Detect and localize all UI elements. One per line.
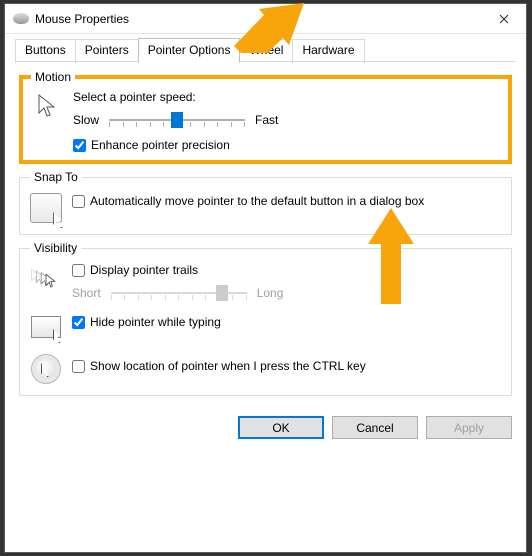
pointer-trails-slider [111,283,247,303]
tab-pointer-options[interactable]: Pointer Options [138,38,241,62]
snap-to-input[interactable] [72,195,85,208]
enhance-precision-input[interactable] [73,139,86,152]
snap-to-label: Automatically move pointer to the defaul… [90,194,424,208]
tab-content: Motion Select a pointer speed: Slow [5,62,526,408]
snap-to-legend: Snap To [30,170,82,184]
annotation-arrow-top [234,3,304,53]
pointer-trails-input[interactable] [72,264,85,277]
visibility-legend: Visibility [30,241,81,255]
ctrl-locate-input[interactable] [72,360,85,373]
hide-pointer-label: Hide pointer while typing [90,315,221,329]
dialog-button-bar: OK Cancel Apply [5,408,526,449]
trails-long-label: Long [257,286,284,300]
apply-button: Apply [426,416,512,439]
hide-pointer-input[interactable] [72,316,85,329]
hide-pointer-checkbox[interactable]: Hide pointer while typing [72,315,221,329]
cancel-button[interactable]: Cancel [332,416,418,439]
tab-pointers[interactable]: Pointers [75,39,139,63]
hide-pointer-icon [30,311,62,343]
snap-to-icon [30,192,62,224]
mouse-icon [13,13,29,24]
motion-legend: Motion [31,70,75,84]
trails-short-label: Short [72,286,101,300]
ctrl-locate-icon [30,353,62,385]
ctrl-locate-checkbox[interactable]: Show location of pointer when I press th… [72,359,366,373]
ctrl-locate-label: Show location of pointer when I press th… [90,359,366,373]
speed-slow-label: Slow [73,113,99,127]
annotation-arrow-bottom [368,208,414,304]
pointer-trails-label: Display pointer trails [90,263,198,277]
tab-buttons[interactable]: Buttons [15,39,76,63]
snap-to-group: Snap To Automatically move pointer to th… [19,170,512,235]
pointer-trails-icon [30,263,62,295]
enhance-precision-label: Enhance pointer precision [91,138,230,152]
close-icon [499,14,509,24]
enhance-precision-checkbox[interactable]: Enhance pointer precision [73,138,500,152]
pointer-trails-checkbox[interactable]: Display pointer trails [72,263,501,277]
pointer-speed-icon [31,90,63,122]
snap-to-checkbox[interactable]: Automatically move pointer to the defaul… [72,194,501,208]
speed-fast-label: Fast [255,113,278,127]
close-button[interactable] [482,4,526,33]
ok-button[interactable]: OK [238,416,324,439]
visibility-group: Visibility Display pointer trails [19,241,512,396]
pointer-speed-label: Select a pointer speed: [73,90,500,104]
mouse-properties-window: Mouse Properties Buttons Pointers Pointe… [4,3,527,553]
motion-group: Motion Select a pointer speed: Slow [19,70,512,164]
pointer-speed-slider[interactable] [109,110,245,130]
